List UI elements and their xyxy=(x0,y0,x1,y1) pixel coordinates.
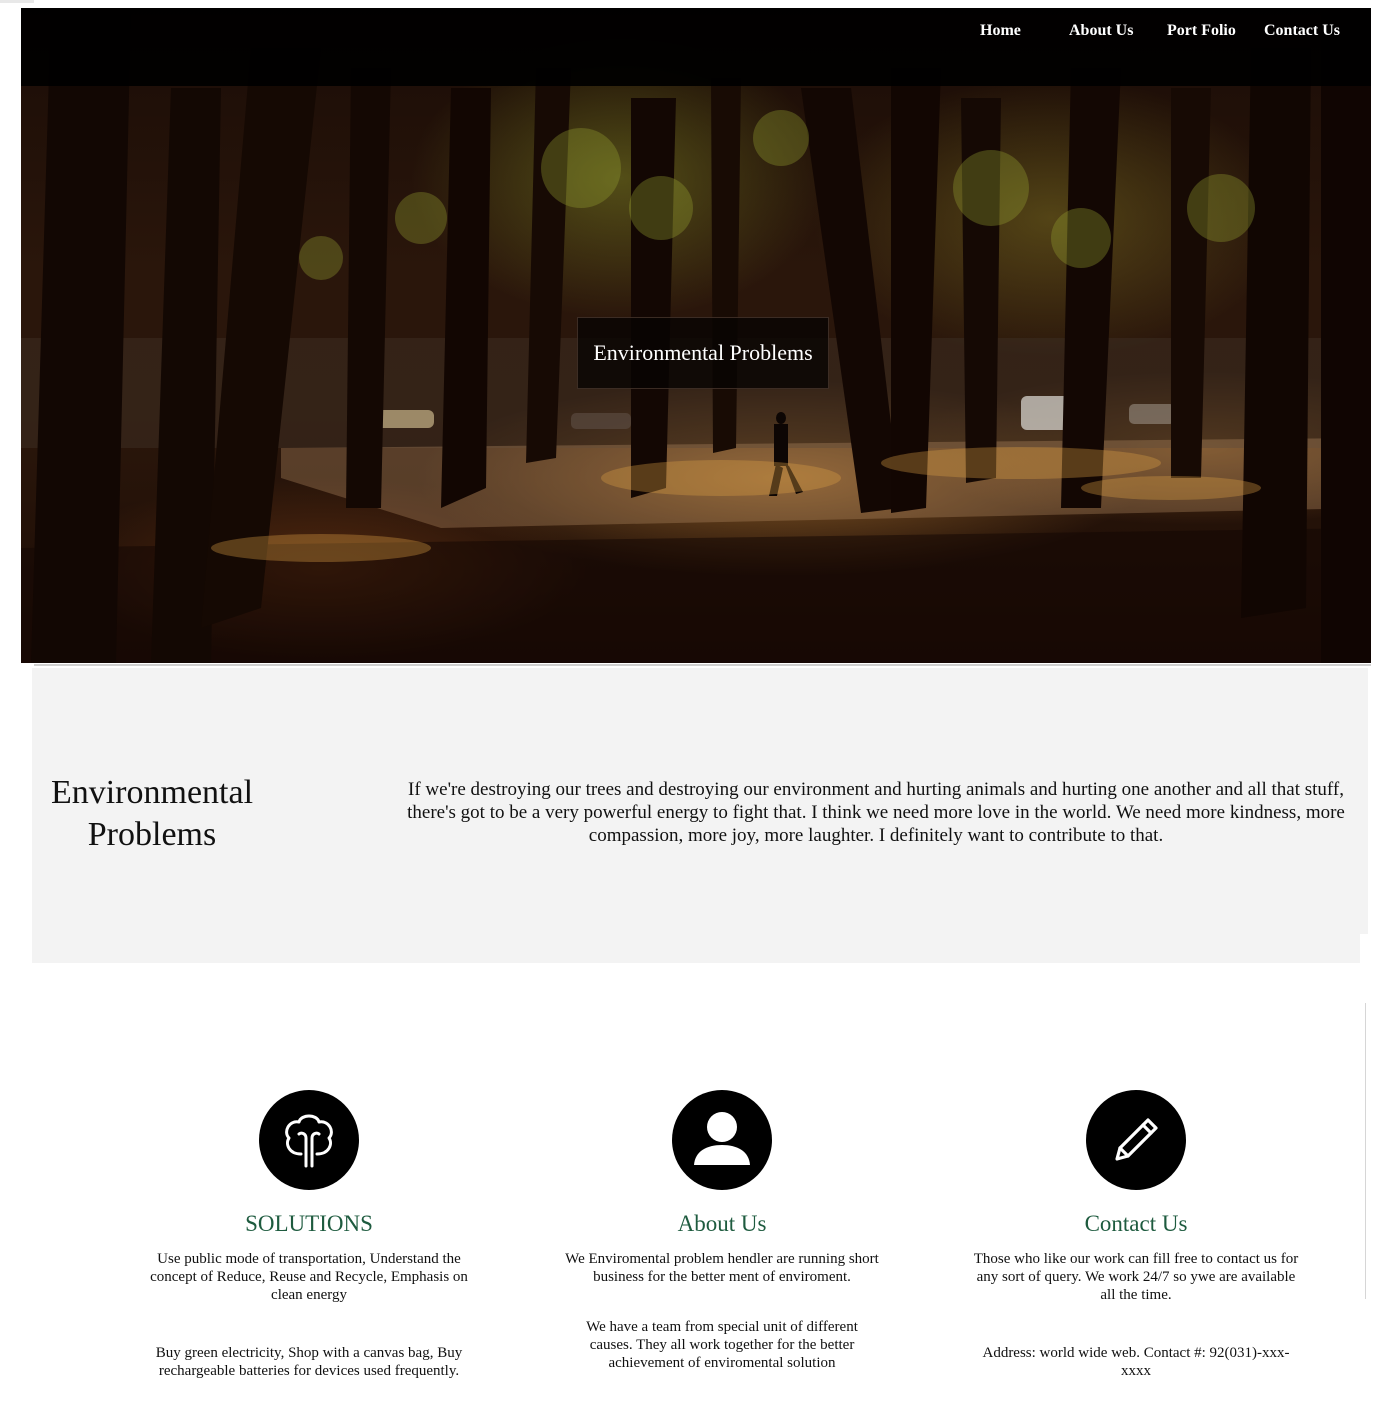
feature-title: About Us xyxy=(677,1211,767,1236)
feature-text: We have a team from special unit of diff… xyxy=(586,1319,858,1371)
nav-home-link[interactable]: Home xyxy=(980,22,1021,40)
feature-title: SOLUTIONS xyxy=(245,1211,373,1236)
intro-section-bottom xyxy=(32,934,1360,963)
tree-icon xyxy=(259,1090,359,1190)
hero-bottom-border xyxy=(34,664,1371,666)
feature-text: Buy green electricity, Shop with a canva… xyxy=(155,1345,463,1379)
nav-contact-us-link[interactable]: Contact Us xyxy=(1264,22,1340,40)
right-edge-divider xyxy=(1365,1003,1366,1299)
intro-text: If we're destroying our trees and destro… xyxy=(407,779,1345,846)
top-edge-line xyxy=(0,0,34,3)
user-icon xyxy=(672,1090,772,1190)
feature-title: Contact Us xyxy=(1084,1211,1188,1236)
intro-title: Environmental Problems xyxy=(50,774,254,853)
pencil-icon xyxy=(1086,1090,1186,1190)
feature-about-us: About Us We Enviromental problem hendler… xyxy=(552,1090,892,1372)
top-navigation-bar: Home About Us Port Folio Contact Us xyxy=(21,8,1371,86)
nav-about-us-link[interactable]: About Us xyxy=(1069,22,1133,40)
intro-section: Environmental Problems If we're destroyi… xyxy=(32,668,1368,934)
nav-portfolio-link[interactable]: Port Folio xyxy=(1167,22,1236,40)
feature-text: We Enviromental problem hendler are runn… xyxy=(565,1251,879,1285)
feature-contact-us: Contact Us Those who like our work can f… xyxy=(966,1090,1306,1380)
hero-banner: Home About Us Port Folio Contact Us Envi… xyxy=(21,8,1371,663)
feature-text: Address: world wide web. Contact #: 92(0… xyxy=(982,1345,1290,1379)
feature-text: Those who like our work can fill free to… xyxy=(973,1251,1299,1303)
feature-solutions: SOLUTIONS Use public mode of transportat… xyxy=(139,1090,479,1380)
feature-text: Use public mode of transportation, Under… xyxy=(150,1251,468,1303)
hero-title: Environmental Problems xyxy=(577,317,829,389)
